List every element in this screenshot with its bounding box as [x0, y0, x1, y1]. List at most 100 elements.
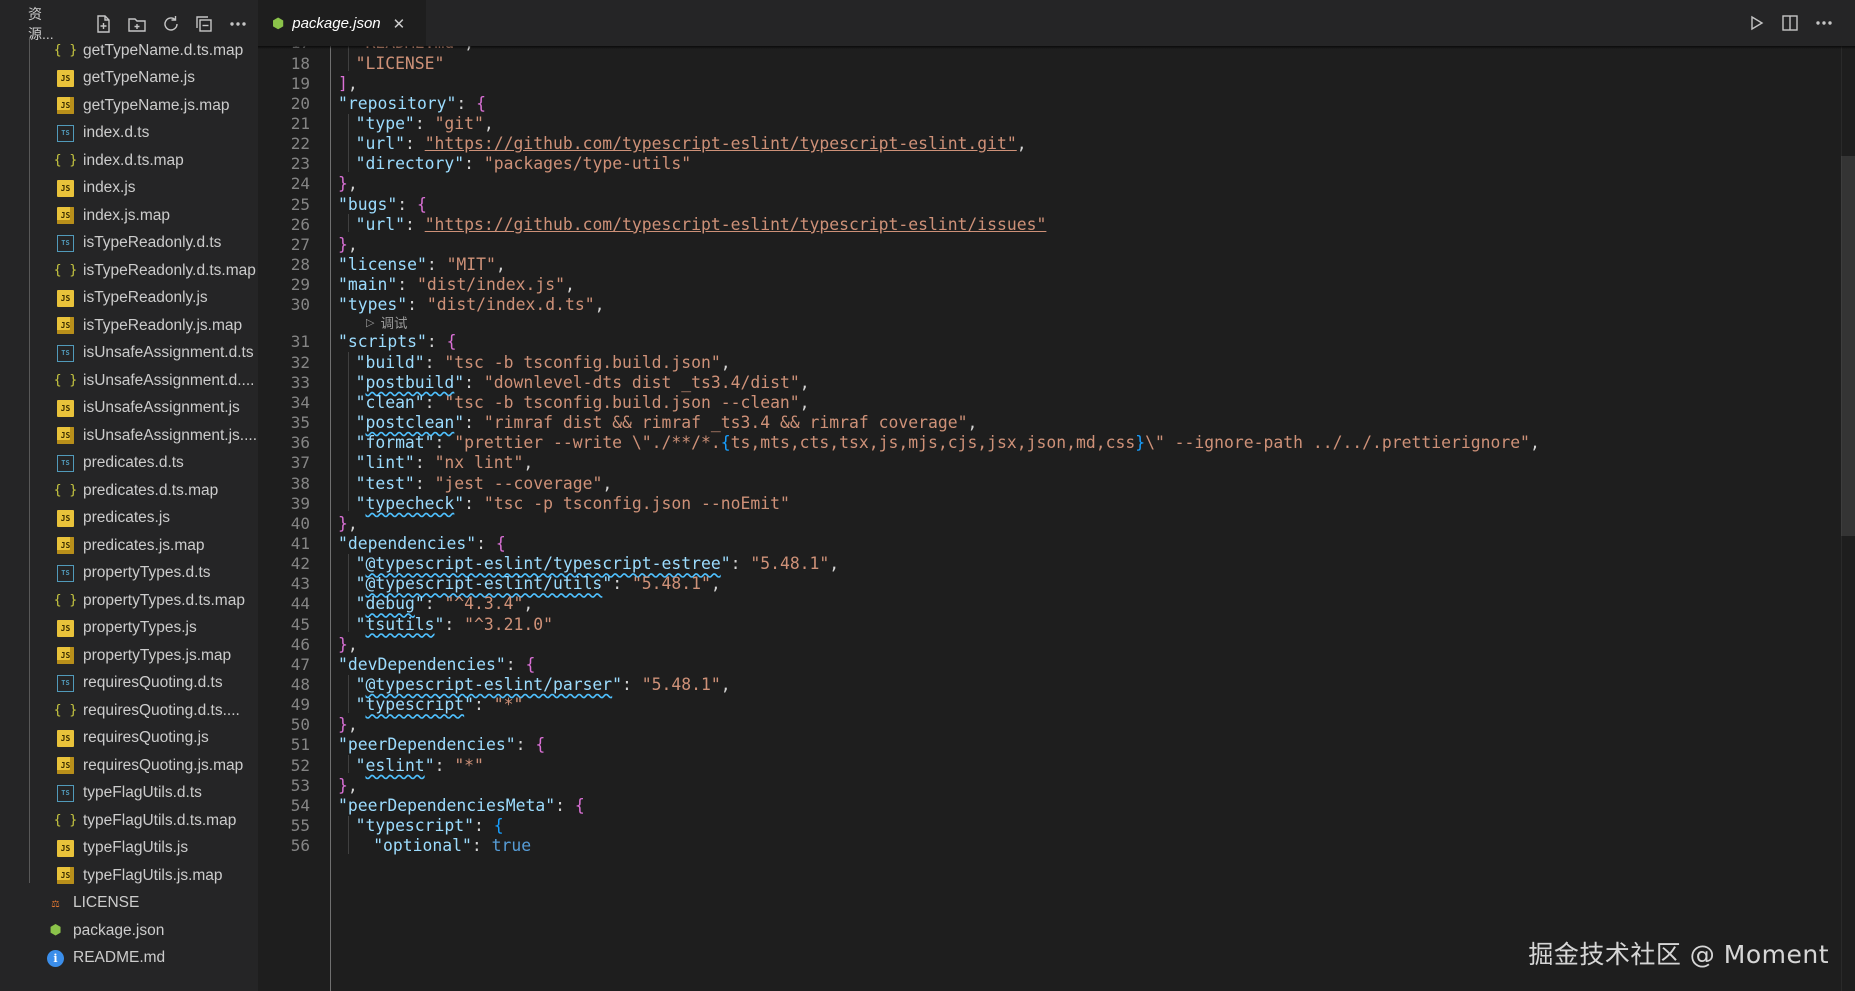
javascript-map-file-icon: JS: [57, 867, 74, 885]
file-tree-item[interactable]: JS propertyTypes.js: [0, 615, 258, 643]
indent-guide: [347, 46, 349, 72]
line-number: 24: [290, 174, 310, 194]
code-text: "LICENSE": [355, 53, 445, 73]
code-text: "license": "MIT",: [338, 255, 506, 275]
file-tree-item[interactable]: ⚖ LICENSE: [0, 890, 258, 918]
code-text: "@typescript-eslint/utils": "5.48.1",: [355, 574, 721, 594]
typescript-file-icon: TS: [57, 784, 74, 802]
line-number: 43: [290, 574, 310, 594]
code-text: "eslint": "*": [355, 755, 484, 775]
file-tree-item[interactable]: { } index.d.ts.map: [0, 147, 258, 175]
file-tree-item[interactable]: JS requiresQuoting.js.map: [0, 752, 258, 780]
code-text: "typescript": "*": [355, 695, 524, 715]
debug-codelens[interactable]: ▷ 调试: [366, 312, 407, 332]
file-tree-item[interactable]: JS index.js: [0, 175, 258, 203]
file-tree-item[interactable]: JS index.js.map: [0, 202, 258, 230]
file-tree-item-label: typeFlagUtils.d.ts.map: [83, 811, 237, 829]
file-tree-item-label: getTypeName.d.ts.map: [83, 41, 244, 59]
file-tree-item[interactable]: { } requiresQuoting.d.ts....: [0, 697, 258, 725]
indent-guide: [347, 553, 349, 633]
more-actions-button[interactable]: [224, 10, 252, 38]
line-number: 19: [290, 73, 310, 93]
file-tree-item[interactable]: TS predicates.d.ts: [0, 450, 258, 478]
tab-package-json[interactable]: ⬢ package.json ✕: [258, 0, 426, 46]
file-tree-item[interactable]: { } predicates.d.ts.map: [0, 477, 258, 505]
file-tree-item[interactable]: { } propertyTypes.d.ts.map: [0, 587, 258, 615]
file-tree-item[interactable]: TS requiresQuoting.d.ts: [0, 670, 258, 698]
indent-guide: [347, 352, 349, 512]
typescript-file-icon: TS: [57, 454, 74, 472]
file-tree-item[interactable]: { } getTypeName.d.ts.map: [0, 37, 258, 65]
file-tree-item[interactable]: JS isUnsafeAssignment.js....: [0, 422, 258, 450]
file-tree-item[interactable]: JS predicates.js: [0, 505, 258, 533]
file-tree-item[interactable]: JS getTypeName.js.map: [0, 92, 258, 120]
editor-actions: [1739, 0, 1841, 46]
line-number: 30: [290, 295, 310, 315]
file-tree-item[interactable]: JS isUnsafeAssignment.js: [0, 395, 258, 423]
file-tree-item[interactable]: TS typeFlagUtils.d.ts: [0, 780, 258, 808]
file-tree-item[interactable]: JS requiresQuoting.js: [0, 725, 258, 753]
editor-more-button[interactable]: [1807, 6, 1841, 40]
code-text: "@typescript-eslint/parser": "5.48.1",: [355, 675, 731, 695]
file-tree-item[interactable]: { } typeFlagUtils.d.ts.map: [0, 807, 258, 835]
code-text: "build": "tsc -b tsconfig.build.json",: [355, 352, 731, 372]
file-tree-item-label: index.js.map: [83, 206, 171, 224]
code-text: "optional": true: [373, 836, 532, 856]
file-tree-item[interactable]: JS predicates.js.map: [0, 532, 258, 560]
file-tree-item[interactable]: JS isTypeReadonly.js.map: [0, 312, 258, 340]
json-map-file-icon: { }: [53, 813, 78, 829]
code-text: },: [338, 715, 358, 735]
code-text: "typecheck": "tsc -p tsconfig.json --noE…: [355, 493, 790, 513]
code-text: },: [338, 775, 358, 795]
code-text: ],: [338, 73, 358, 93]
file-tree-item-label: isUnsafeAssignment.js: [83, 399, 240, 417]
code-text: "repository": {: [338, 93, 487, 113]
close-icon[interactable]: ✕: [393, 15, 406, 33]
file-tree-item[interactable]: JS typeFlagUtils.js.map: [0, 862, 258, 890]
file-tree-item[interactable]: i README.md: [0, 945, 258, 973]
code-editor[interactable]: 17"README.md",18"LICENSE"19],20"reposito…: [258, 46, 1855, 991]
file-tree-item[interactable]: TS isUnsafeAssignment.d.ts: [0, 340, 258, 368]
run-button[interactable]: [1739, 6, 1773, 40]
new-file-button[interactable]: [89, 10, 117, 38]
javascript-file-icon: JS: [57, 179, 74, 197]
file-tree-item[interactable]: { } isTypeReadonly.d.ts.map: [0, 257, 258, 285]
file-tree-item[interactable]: JS typeFlagUtils.js: [0, 835, 258, 863]
code-text: },: [338, 234, 358, 254]
file-tree-item[interactable]: ⬢ package.json: [0, 917, 258, 945]
file-tree-item[interactable]: TS index.d.ts: [0, 120, 258, 148]
typescript-file-icon: TS: [57, 564, 74, 582]
file-tree-item[interactable]: JS propertyTypes.js.map: [0, 642, 258, 670]
file-tree-item[interactable]: { } isUnsafeAssignment.d....: [0, 367, 258, 395]
file-tree-item[interactable]: JS getTypeName.js: [0, 65, 258, 93]
code-text: "url": "https://github.com/typescript-es…: [355, 214, 1047, 234]
file-tree-item[interactable]: JS isTypeReadonly.js: [0, 285, 258, 313]
line-number: 44: [290, 594, 310, 614]
refresh-button[interactable]: [157, 10, 185, 38]
collapse-all-button[interactable]: [191, 10, 219, 38]
play-icon: ▷: [366, 316, 375, 329]
line-number: 22: [290, 134, 310, 154]
file-tree-item-label: typeFlagUtils.js.map: [83, 866, 223, 884]
new-file-icon: [97, 15, 110, 33]
split-editor-button[interactable]: [1773, 6, 1807, 40]
typescript-file-icon: TS: [57, 674, 74, 692]
code-text: "postclean": "rimraf dist && rimraf _ts3…: [355, 413, 978, 433]
file-tree-item-label: index.d.ts.map: [83, 151, 184, 169]
npm-icon: ⬢: [272, 15, 285, 31]
new-folder-button[interactable]: [123, 10, 151, 38]
line-number: 32: [290, 352, 310, 372]
code-text: "format": "prettier --write \"./**/*.{ts…: [355, 433, 1540, 453]
file-tree-item[interactable]: TS propertyTypes.d.ts: [0, 560, 258, 588]
file-tree-item-label: requiresQuoting.js.map: [83, 756, 244, 774]
json-map-file-icon: { }: [53, 373, 78, 389]
line-number: 34: [290, 392, 310, 412]
file-tree-item[interactable]: TS isTypeReadonly.d.ts: [0, 230, 258, 258]
javascript-map-file-icon: JS: [57, 207, 74, 225]
code-text: "scripts": {: [338, 332, 457, 352]
file-tree-item-label: propertyTypes.d.ts: [83, 564, 211, 582]
file-tree-item-label: propertyTypes.js: [83, 619, 197, 637]
file-tree-item-label: index.js: [83, 179, 136, 197]
javascript-file-icon: JS: [57, 729, 74, 747]
file-tree-item-label: predicates.js: [83, 509, 171, 527]
